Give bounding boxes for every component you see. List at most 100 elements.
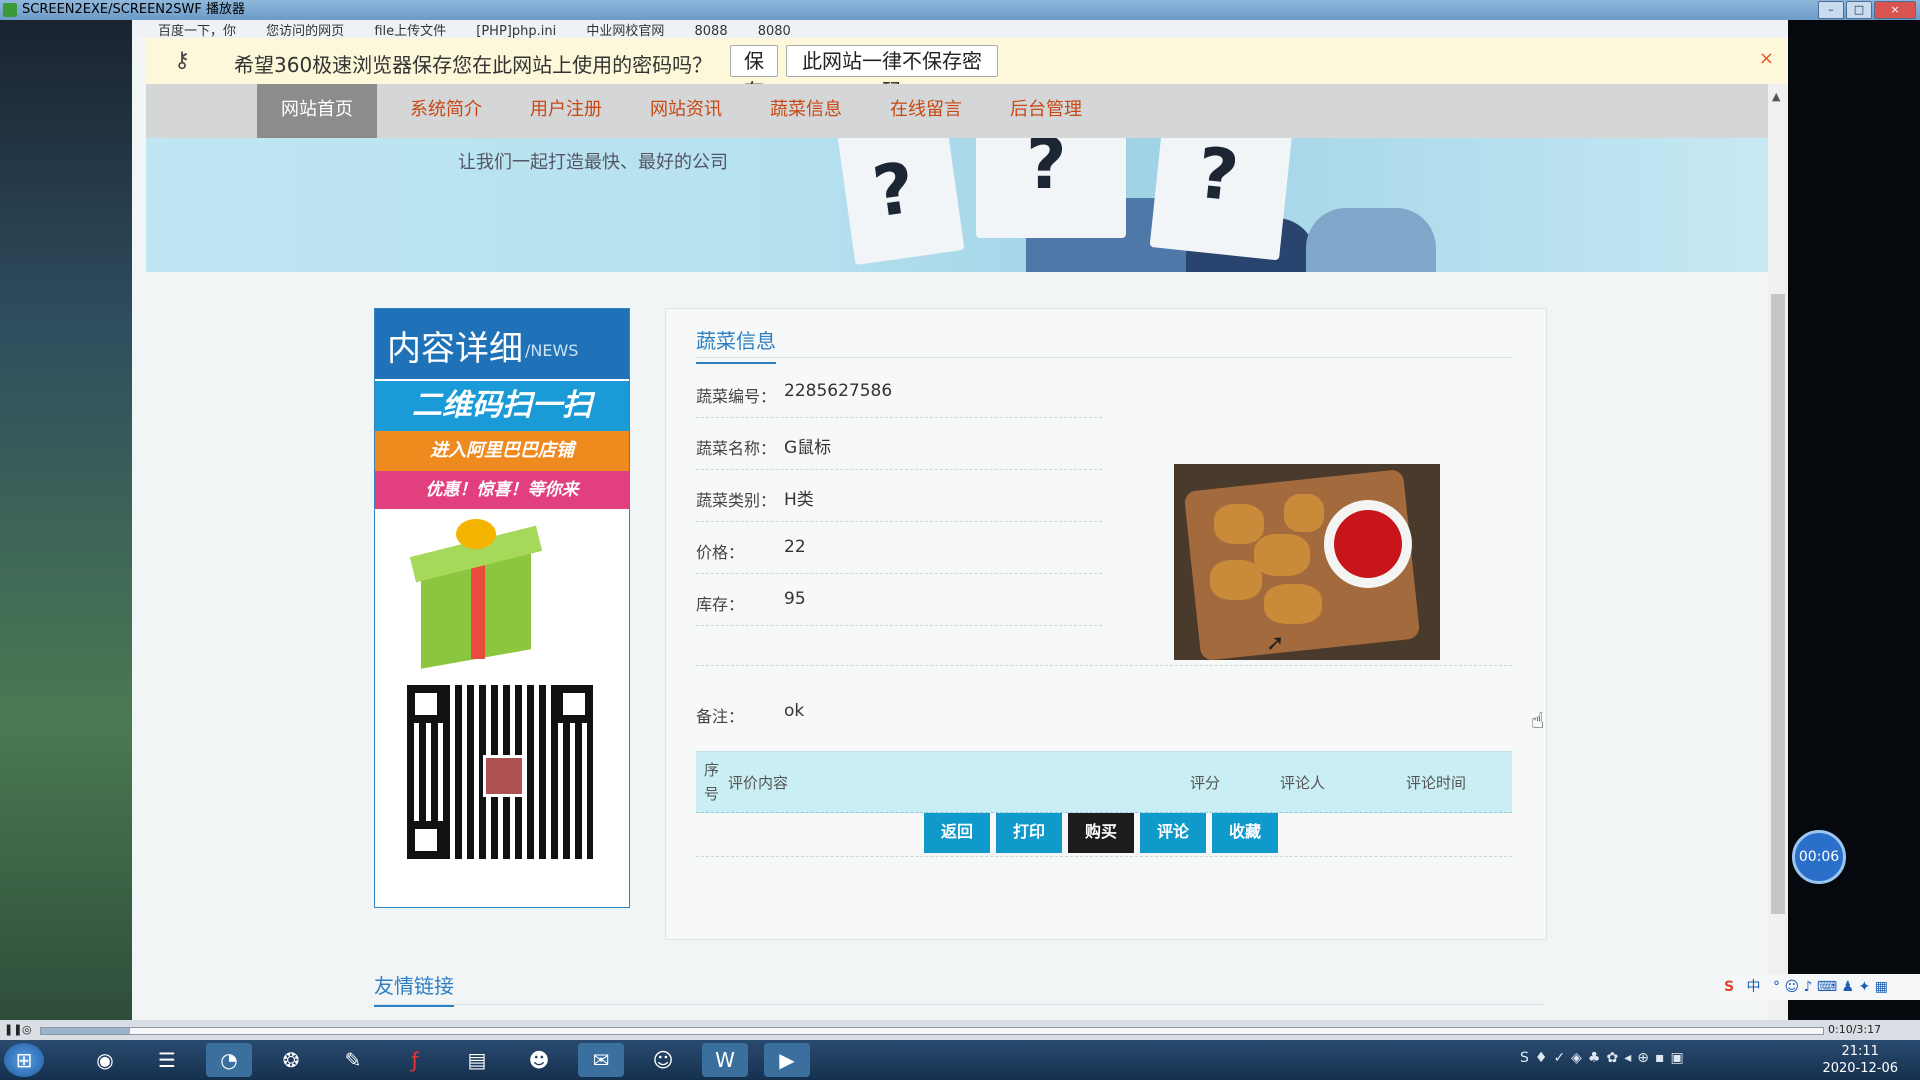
browser-viewport: 百度一下，你 您访问的网页 file上传文件 [PHP]php.ini 中业网校… [132, 20, 1788, 1020]
row-divider [696, 664, 1512, 666]
field-row: 价格： 22 [696, 521, 1102, 574]
windows-taskbar: ⊞ ◉ ☰ ◔ ❂ ✎ ƒ ▤ ☻ ✉ ☺ W ▶ S♦✓◈♣✿◂⊕▪▣ 21:… [0, 1040, 1920, 1080]
section-title: 蔬菜信息 [696, 325, 776, 364]
notepad-icon[interactable]: ✎ [330, 1043, 376, 1077]
start-button-icon[interactable]: ⊞ [4, 1043, 44, 1077]
col-header-author: 评论人 [1280, 774, 1326, 792]
player-title-bar: SCREEN2EXE/SCREEN2SWF 播放器 – □ × [0, 0, 1920, 20]
field-label: 价格： [696, 543, 745, 562]
sidebar-title-en: /NEWS [525, 341, 579, 360]
scrollbar-thumb[interactable] [1771, 294, 1785, 914]
nav-item-vegetables[interactable]: 蔬菜信息 [750, 84, 862, 138]
bookmark-item[interactable]: 您访问的网页 [266, 24, 344, 38]
vegetable-detail-panel: 蔬菜信息 蔬菜编号： 2285627586 蔬菜名称： G鼠标 蔬菜类别： H类… [665, 308, 1547, 940]
maximize-icon[interactable]: □ [1846, 1, 1872, 19]
bookmark-item[interactable]: 百度一下，你 [158, 24, 236, 38]
promo-line-1: 二维码扫一扫 [375, 381, 629, 431]
ime-toolbar[interactable]: S 中 ° ☺ ♪ ⌨ ♟ ✦ ▦ [1714, 974, 1920, 1000]
hand-pointer-icon: ☝ [1531, 709, 1545, 734]
key-icon: ⚷ [174, 48, 191, 73]
player-control-bar: ❚❚ ◎ 0:10/3:17 [0, 1020, 1920, 1040]
bookmark-item[interactable]: 8080 [758, 24, 791, 38]
field-label: 蔬菜编号： [696, 387, 777, 406]
player-app-icon [3, 3, 17, 17]
never-save-password-button[interactable]: 此网站一律不保存密码 [786, 45, 998, 103]
mouse-pointer-icon: ➚ [1266, 631, 1285, 656]
bookmark-item[interactable]: 中业网校官网 [586, 24, 664, 38]
promo-line-2: 进入阿里巴巴店铺 [375, 431, 629, 471]
field-value: 2285627586 [784, 381, 893, 401]
favorite-button[interactable]: 收藏 [1212, 813, 1278, 853]
close-prompt-icon[interactable]: × [1759, 48, 1774, 69]
col-header-content: 评价内容 [728, 774, 789, 792]
field-row: 蔬菜编号： 2285627586 [696, 365, 1102, 418]
qq-alt-icon[interactable]: ☺ [640, 1043, 686, 1077]
recording-timer: 00:06 [1792, 830, 1846, 884]
nav-item-guestbook[interactable]: 在线留言 [870, 84, 982, 138]
wechat-icon[interactable]: ✉ [578, 1043, 624, 1077]
promo-line-3: 优惠！惊喜！等你来 [375, 471, 629, 509]
taskbar-clock[interactable]: 21:11 2020-12-06 [1822, 1043, 1898, 1077]
nav-item-home[interactable]: 网站首页 [257, 84, 377, 138]
360-safe-icon[interactable]: ❂ [268, 1043, 314, 1077]
flash-icon[interactable]: ƒ [392, 1043, 438, 1077]
eclipse-icon[interactable]: ☰ [144, 1043, 190, 1077]
sidebar-header: 内容详细 /NEWS [375, 309, 629, 379]
minimize-icon[interactable]: – [1818, 1, 1844, 19]
nav-item-admin[interactable]: 后台管理 [990, 84, 1102, 138]
back-button[interactable]: 返回 [924, 813, 990, 853]
playback-progress-fill [41, 1028, 131, 1034]
comment-button[interactable]: 评论 [1140, 813, 1206, 853]
player-title: SCREEN2EXE/SCREEN2SWF 播放器 [22, 2, 245, 17]
playback-time: 0:10/3:17 [1828, 1023, 1882, 1036]
field-value: 22 [784, 537, 806, 557]
pause-icon[interactable]: ❚❚ [4, 1023, 22, 1036]
ime-tools-icon[interactable]: ° ☺ ♪ ⌨ ♟ ✦ ▦ [1773, 979, 1888, 995]
chrome-icon[interactable]: ◉ [82, 1043, 128, 1077]
save-password-button[interactable]: 保存 [730, 45, 778, 103]
field-row: 蔬菜名称： G鼠标 [696, 417, 1102, 470]
system-tray-icons[interactable]: S♦✓◈♣✿◂⊕▪▣ [1520, 1050, 1690, 1066]
close-icon[interactable]: × [1874, 1, 1916, 19]
field-label: 蔬菜类别： [696, 491, 777, 510]
browser-360-icon[interactable]: ◔ [206, 1043, 252, 1077]
screen-recorder-icon[interactable]: ▶ [764, 1043, 810, 1077]
buy-button[interactable]: 购买 [1068, 813, 1134, 853]
nav-item-news[interactable]: 网站资讯 [630, 84, 742, 138]
field-label: 蔬菜名称： [696, 439, 777, 458]
file-explorer-icon[interactable]: ▤ [454, 1043, 500, 1077]
playback-progress[interactable] [40, 1027, 1824, 1035]
nav-item-register[interactable]: 用户注册 [510, 84, 622, 138]
bookmark-item[interactable]: [PHP]php.ini [476, 24, 556, 38]
main-nav: 网站首页 系统简介 用户注册 网站资讯 蔬菜信息 在线留言 后台管理 [146, 84, 1768, 138]
nav-item-intro[interactable]: 系统简介 [390, 84, 502, 138]
field-value: 95 [784, 589, 806, 609]
banner-slogan: 让我们一起打造最快、最好的公司 [458, 152, 728, 173]
stop-icon[interactable]: ◎ [22, 1023, 32, 1036]
banner-person-graphic [1306, 208, 1436, 272]
col-header-index: 序号 [704, 761, 720, 803]
section-divider [696, 357, 1512, 358]
page-scrollbar[interactable]: ▲ [1768, 84, 1788, 1020]
content-sidebar: 内容详细 /NEWS 二维码扫一扫 进入阿里巴巴店铺 优惠！惊喜！等你来 [374, 308, 630, 908]
desktop-background-left [0, 20, 132, 1020]
question-card: ? [976, 138, 1126, 238]
col-header-time: 评论时间 [1406, 774, 1467, 792]
bookmark-item[interactable]: file上传文件 [374, 24, 446, 38]
question-card: ? [1149, 138, 1293, 261]
print-button[interactable]: 打印 [996, 813, 1062, 853]
ime-mode-label[interactable]: 中 [1747, 979, 1761, 995]
field-row: 蔬菜类别： H类 [696, 469, 1102, 522]
password-save-prompt: ⚷ 希望360极速浏览器保存您在此网站上使用的密码吗？ 保存 此网站一律不保存密… [146, 38, 1788, 103]
comments-table-header: 序号 评价内容 评分 评论人 评论时间 [696, 751, 1512, 813]
scroll-up-icon[interactable]: ▲ [1772, 90, 1780, 103]
field-value: G鼠标 [784, 438, 832, 458]
friend-links-title: 友情链接 [374, 970, 454, 1007]
qq-icon[interactable]: ☻ [516, 1043, 562, 1077]
clock-time: 21:11 [1841, 1044, 1879, 1059]
remark-value: ok [784, 701, 805, 721]
field-value: H类 [784, 490, 814, 510]
bookmark-item[interactable]: 8088 [695, 24, 728, 38]
row-divider [696, 855, 1512, 857]
wps-icon[interactable]: W [702, 1043, 748, 1077]
